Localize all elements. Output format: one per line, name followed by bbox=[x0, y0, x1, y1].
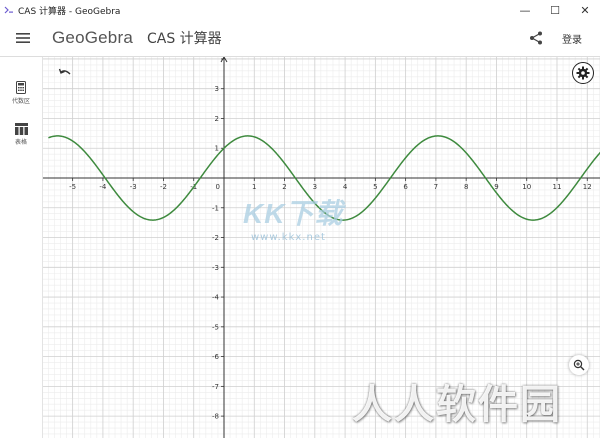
y-tick-label: -6 bbox=[212, 353, 220, 361]
share-button[interactable] bbox=[524, 26, 548, 50]
x-tick-label: 12 bbox=[583, 183, 592, 191]
x-tick-label: -4 bbox=[99, 183, 107, 191]
x-tick-label: 2 bbox=[282, 183, 286, 191]
x-tick-label: 8 bbox=[464, 183, 468, 191]
x-tick-label: 6 bbox=[403, 183, 408, 191]
y-tick-label: 3 bbox=[215, 85, 219, 93]
close-button[interactable]: ✕ bbox=[570, 0, 600, 20]
maximize-button[interactable]: ☐ bbox=[540, 0, 570, 20]
x-tick-label: 7 bbox=[434, 183, 438, 191]
y-tick-label: -1 bbox=[212, 204, 219, 212]
y-tick-label: -2 bbox=[212, 234, 219, 242]
x-tick-label: -3 bbox=[130, 183, 137, 191]
axes bbox=[43, 57, 600, 438]
window-title: CAS 计算器 - GeoGebra bbox=[18, 6, 121, 17]
y-tick-label: -3 bbox=[212, 264, 219, 272]
minimize-button[interactable]: — bbox=[510, 0, 540, 20]
undo-icon bbox=[58, 68, 71, 75]
zoom-in-icon bbox=[573, 359, 585, 371]
app-header: GeoGebra CAS 计算器 登录 bbox=[0, 20, 600, 57]
tick-labels: -5 -4 -3 -2 -1 0 1 2 3 4 5 6 7 8 9 10 11 12321-1-2-3-4-5-… bbox=[69, 85, 592, 420]
gear-icon bbox=[576, 66, 590, 80]
sidebar-item-label: 代数区 bbox=[11, 98, 30, 105]
share-icon bbox=[530, 31, 542, 45]
x-tick-label: 1 bbox=[252, 183, 256, 191]
y-tick-label: 2 bbox=[215, 115, 219, 123]
x-tick-label: 5 bbox=[373, 183, 377, 191]
x-tick-label: 3 bbox=[313, 183, 317, 191]
calculator-icon bbox=[16, 81, 26, 94]
menu-button[interactable] bbox=[12, 27, 34, 49]
sidebar: 代数区 表格 bbox=[0, 57, 43, 438]
minor-grid bbox=[43, 57, 600, 438]
geogebra-logo: GeoGebra bbox=[52, 28, 133, 47]
app-icon bbox=[4, 6, 13, 14]
major-grid bbox=[43, 57, 600, 438]
zoom-button[interactable] bbox=[569, 355, 589, 375]
window-titlebar: CAS 计算器 - GeoGebra — ☐ ✕ bbox=[0, 0, 600, 20]
graphics-settings-button[interactable] bbox=[572, 62, 594, 84]
x-tick-label: 11 bbox=[553, 183, 562, 191]
y-tick-label: 1 bbox=[215, 145, 219, 153]
app-title: CAS 计算器 bbox=[146, 31, 222, 47]
x-tick-label: 0 bbox=[216, 183, 220, 191]
hamburger-icon bbox=[16, 33, 30, 43]
x-tick-label: -2 bbox=[160, 183, 167, 191]
x-tick-label: 4 bbox=[343, 183, 348, 191]
y-tick-label: -8 bbox=[212, 413, 219, 421]
sidebar-item-algebra[interactable]: 代数区 bbox=[0, 81, 42, 105]
x-tick-label: -5 bbox=[69, 183, 76, 191]
login-button[interactable]: 登录 bbox=[562, 31, 582, 46]
y-tick-label: -7 bbox=[212, 383, 219, 391]
x-tick-label: 10 bbox=[522, 183, 531, 191]
y-tick-label: -5 bbox=[212, 323, 219, 331]
sidebar-item-label: 表格 bbox=[14, 139, 27, 146]
undo-button[interactable] bbox=[57, 66, 73, 82]
y-tick-label: -4 bbox=[212, 294, 220, 302]
graphics-view[interactable]: -5 -4 -3 -2 -1 0 1 2 3 4 5 6 7 8 9 10 11 12321-1-2-3-4-5-… bbox=[43, 57, 600, 438]
table-icon bbox=[14, 123, 28, 135]
sidebar-item-table[interactable]: 表格 bbox=[0, 123, 42, 146]
